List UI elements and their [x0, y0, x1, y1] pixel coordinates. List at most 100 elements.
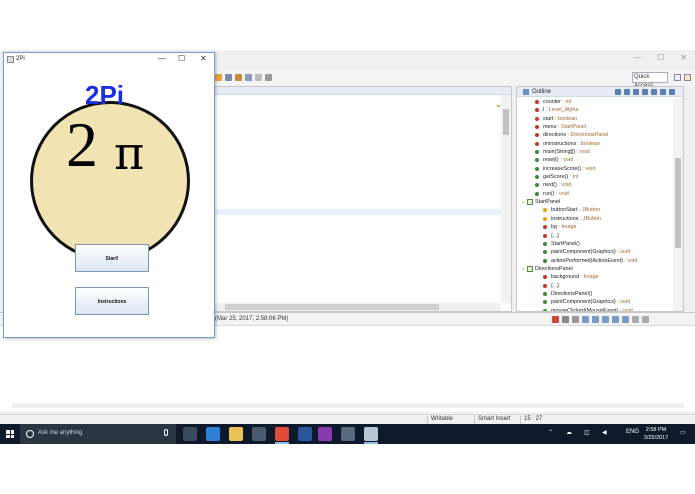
calculator-icon[interactable] — [341, 427, 355, 441]
console-minimize-icon[interactable] — [632, 316, 639, 323]
file-explorer-icon[interactable] — [229, 427, 243, 441]
taskbar-clock[interactable]: 2:58 PM 3/25/2017 — [640, 426, 672, 442]
scroll-lock-icon[interactable] — [592, 316, 599, 323]
outline-scrollbar[interactable] — [673, 98, 683, 311]
tray-arrow-icon[interactable]: ⌃ — [548, 429, 553, 436]
word-icon[interactable] — [298, 427, 312, 441]
warning-marker-icon[interactable] — [497, 105, 500, 107]
outline-item[interactable]: instructions : JButton — [517, 215, 675, 223]
clear-console-icon[interactable] — [582, 316, 589, 323]
editor-horizontal-scrollbar[interactable] — [215, 303, 501, 311]
outline-item[interactable]: l : Level_Alpha — [517, 106, 675, 114]
outline-item[interactable]: increaseScore() : void — [517, 165, 675, 173]
store-icon[interactable] — [252, 427, 266, 441]
perspective-icon[interactable] — [674, 74, 681, 81]
outline-item[interactable]: StartPanel() — [517, 240, 675, 248]
hide-static-icon[interactable] — [633, 88, 639, 95]
remove-all-icon[interactable] — [572, 316, 579, 323]
editor-vertical-scrollbar[interactable] — [501, 95, 511, 303]
outline-item[interactable]: paintComponent(Graphics) : void — [517, 248, 675, 256]
expand-chevron-icon[interactable]: ⌄ — [521, 198, 525, 206]
chrome-icon[interactable] — [275, 427, 289, 441]
console-maximize-icon[interactable] — [642, 316, 649, 323]
outline-scroll-thumb[interactable] — [675, 158, 681, 248]
hide-nonpublic-icon[interactable] — [642, 88, 648, 95]
outline-item[interactable]: main(String[]) : void — [517, 148, 675, 156]
minimize-button[interactable]: — — [158, 54, 166, 63]
outline-item-type: : Image — [557, 224, 577, 231]
instructions-button[interactable]: Instructions — [75, 287, 149, 315]
outline-item[interactable]: ⌄ DirectionsPanel — [517, 265, 675, 273]
outline-item[interactable]: counter : int — [517, 98, 675, 106]
network-icon[interactable]: ◫ — [584, 429, 590, 436]
outline-item[interactable]: oninstructions : boolean — [517, 140, 675, 148]
outline-view: Outline counter : int l : Level_Alpha star… — [516, 86, 684, 312]
outline-item[interactable]: run() : void — [517, 190, 675, 198]
dropdown-icon[interactable] — [225, 74, 232, 81]
outline-item[interactable]: actionPerformed(ActionEvent) : void — [517, 257, 675, 265]
start-button[interactable]: Start! — [75, 244, 149, 272]
hide-fields-icon[interactable] — [624, 88, 630, 95]
remove-launch-icon[interactable] — [562, 316, 569, 323]
expand-chevron-icon[interactable]: ⌄ — [521, 265, 525, 273]
console-terminated-label: (Mar 25, 2017, 2:58:06 PM) — [215, 316, 289, 322]
hide-local-types-icon[interactable] — [651, 88, 657, 95]
outline-item[interactable]: menu : StartPanel — [517, 123, 675, 131]
cortana-search-box[interactable]: Ask me anything — [20, 424, 176, 444]
back-icon[interactable] — [255, 74, 262, 81]
outline-item-label: paintComponent(Graphics) : void — [551, 248, 630, 256]
action-center-icon[interactable]: ▭ — [680, 429, 686, 436]
outline-item[interactable]: next() : void — [517, 181, 675, 189]
link-editor-icon[interactable] — [660, 88, 666, 95]
maximize-button[interactable]: ☐ — [178, 54, 185, 63]
outline-item[interactable]: bg : Image — [517, 223, 675, 231]
microphone-icon[interactable] — [164, 429, 168, 436]
eclipse-window-controls: — ☐ ✕ — [633, 53, 687, 62]
run-icon[interactable] — [215, 74, 222, 81]
block-icon — [543, 283, 547, 288]
java-perspective-icon[interactable] — [684, 74, 691, 81]
windows-taskbar: Ask me anything ⌃ ☁ ◫ ◀ ENG 2:58 PM 3/25… — [0, 424, 695, 444]
onedrive-icon[interactable]: ☁ — [566, 429, 572, 436]
language-indicator[interactable]: ENG — [626, 429, 639, 435]
eclipse-close-icon[interactable]: ✕ — [680, 53, 687, 62]
outline-item-label: counter : int — [543, 98, 571, 106]
quick-access-input[interactable]: Quick Access — [632, 72, 668, 89]
eclipse-maximize-icon[interactable]: ☐ — [657, 53, 664, 62]
outline-item-label: increaseScore() : void — [543, 165, 595, 173]
task-view-icon[interactable] — [183, 427, 197, 441]
editor-hscroll-thumb[interactable] — [225, 304, 439, 310]
editor-scroll-thumb[interactable] — [503, 109, 509, 135]
close-button[interactable]: ✕ — [200, 54, 207, 63]
sort-icon[interactable] — [615, 88, 621, 95]
pin-console-icon[interactable] — [612, 316, 619, 323]
terminate-icon[interactable] — [552, 316, 559, 323]
outline-item[interactable]: background : Image — [517, 273, 675, 281]
volume-icon[interactable]: ◀ — [602, 429, 607, 436]
windows-start-icon[interactable] — [6, 430, 14, 438]
display-console-icon[interactable] — [622, 316, 629, 323]
eclipse-minimize-icon[interactable]: — — [633, 53, 641, 62]
outline-item[interactable]: start : boolean — [517, 115, 675, 123]
outline-item[interactable]: ⌄ StartPanel — [517, 198, 675, 206]
outline-item[interactable]: directions : DirectionsPanel — [517, 131, 675, 139]
outline-item[interactable]: {...} — [517, 282, 675, 290]
outline-item[interactable]: reset() : void — [517, 156, 675, 164]
edge-icon[interactable] — [206, 427, 220, 441]
view-menu-icon[interactable] — [669, 88, 675, 95]
field-icon — [535, 133, 539, 138]
outline-item[interactable]: getScore() : int — [517, 173, 675, 181]
open-icon[interactable] — [235, 74, 242, 81]
word-wrap-icon[interactable] — [602, 316, 609, 323]
outline-item[interactable]: DirectionsPanel() — [517, 290, 675, 298]
navigate-icon[interactable] — [245, 74, 252, 81]
code-editor[interactable] — [214, 86, 512, 312]
outline-item[interactable]: {...} — [517, 232, 675, 240]
console-scrollbar[interactable] — [12, 403, 684, 408]
java-app-icon[interactable] — [364, 427, 378, 441]
app-titlebar[interactable]: 2Pi — ☐ ✕ — [4, 53, 214, 67]
forward-icon[interactable] — [265, 74, 272, 81]
outline-item[interactable]: paintComponent(Graphics) : void — [517, 298, 675, 306]
media-icon[interactable] — [318, 427, 332, 441]
outline-item[interactable]: buttonStart : JButton — [517, 206, 675, 214]
